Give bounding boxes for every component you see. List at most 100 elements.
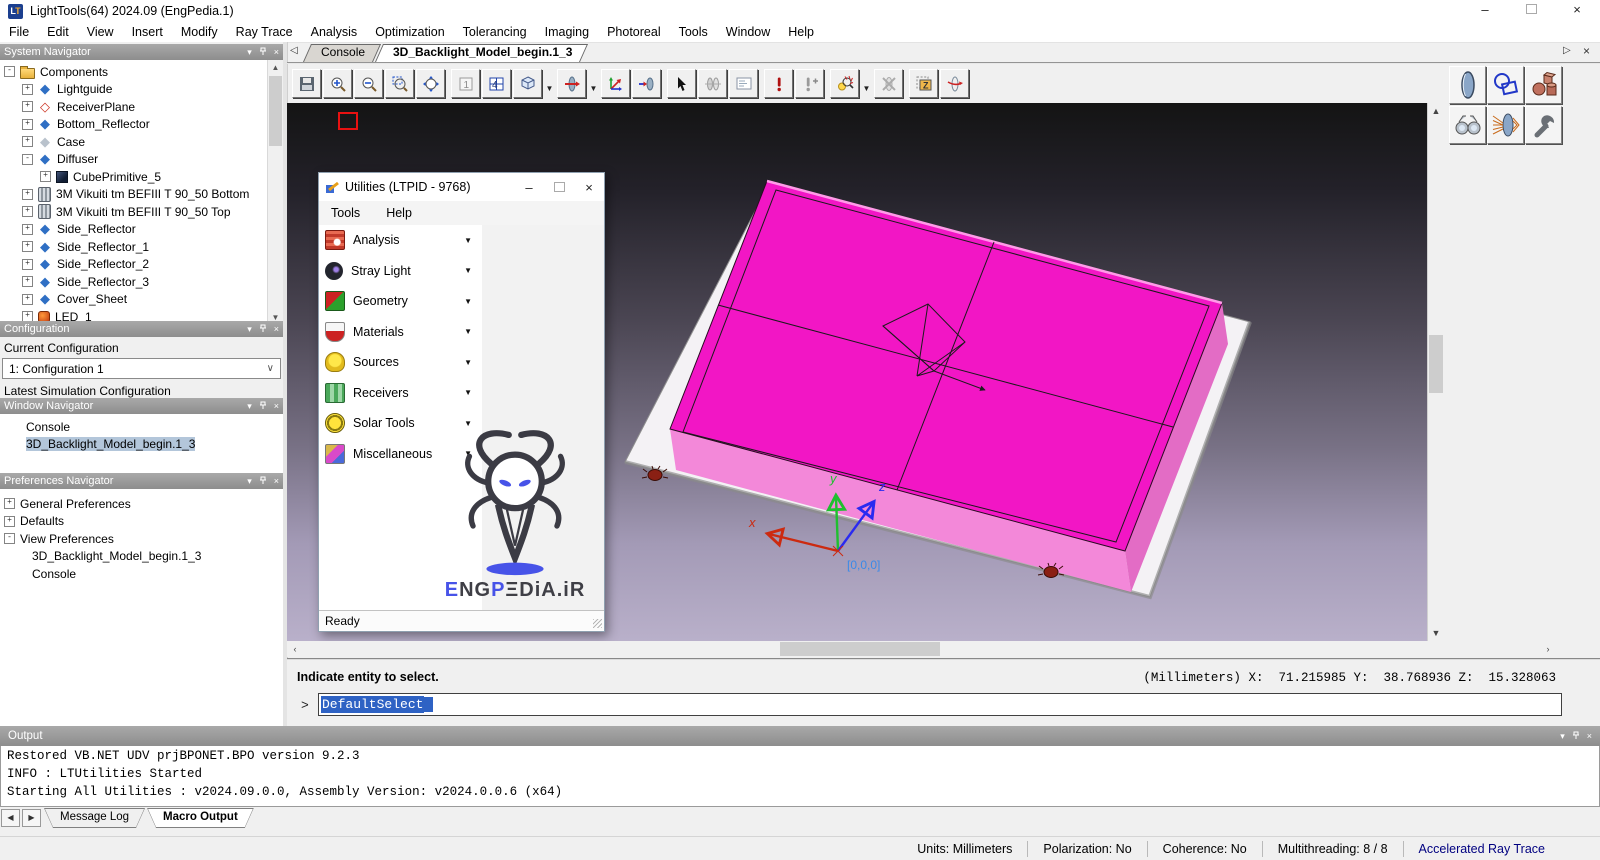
aim-ray-button[interactable] bbox=[632, 69, 661, 98]
pin-icon[interactable] bbox=[259, 401, 267, 412]
menu-item-ray-trace[interactable]: Ray Trace bbox=[227, 22, 302, 42]
select-cursor-button[interactable] bbox=[667, 69, 696, 98]
output-log[interactable]: Restored VB.NET UDV prjBPONET.BPO versio… bbox=[0, 746, 1600, 807]
tree-item[interactable]: + ◆ Bottom_Reflector bbox=[4, 116, 283, 134]
quad-view-button[interactable]: 4 bbox=[482, 69, 511, 98]
primitives-tool-button[interactable] bbox=[1525, 66, 1562, 104]
menu-item-photoreal[interactable]: Photoreal bbox=[598, 22, 670, 42]
close-icon[interactable]: × bbox=[274, 476, 279, 486]
menu-item-insert[interactable]: Insert bbox=[123, 22, 172, 42]
tab-message-log[interactable]: Message Log bbox=[44, 808, 145, 828]
category-receivers[interactable]: Receivers ▼ bbox=[319, 378, 482, 409]
add-error-button[interactable] bbox=[795, 69, 824, 98]
tab-close-icon[interactable]: × bbox=[1583, 44, 1590, 58]
iso-view-button[interactable] bbox=[513, 69, 542, 98]
menu-item-help[interactable]: Help bbox=[779, 22, 823, 42]
pin-icon[interactable] bbox=[259, 324, 267, 335]
tree-item[interactable]: + ◆ Case bbox=[4, 133, 283, 151]
viewport-vertical-scrollbar[interactable]: ▲ ▼ bbox=[1427, 103, 1444, 641]
expand-toggle[interactable]: + bbox=[22, 223, 33, 235]
tree-item[interactable]: + Defaults bbox=[4, 513, 283, 531]
element-pair-button[interactable] bbox=[698, 69, 727, 98]
dropdown-icon[interactable]: ▼ bbox=[464, 358, 472, 367]
scrollbar-thumb[interactable] bbox=[1429, 335, 1443, 393]
expand-toggle[interactable]: - bbox=[22, 153, 33, 165]
tree-item[interactable]: 3D_Backlight_Model_begin.1_3 bbox=[4, 548, 283, 566]
scroll-left-icon[interactable]: ‹ bbox=[287, 641, 303, 657]
category-stray-light[interactable]: Stray Light ▼ bbox=[319, 256, 482, 287]
collapse-icon[interactable]: ▾ bbox=[1560, 731, 1565, 741]
expand-toggle[interactable]: + bbox=[40, 171, 51, 183]
tree-item[interactable]: + ◆ Side_Reflector_3 bbox=[4, 273, 283, 291]
zoom-fit-button[interactable] bbox=[416, 69, 445, 98]
pin-icon[interactable] bbox=[259, 476, 267, 487]
3d-viewport[interactable]: y z x [0,0,0] Utilities (LTPID - 9768) –… bbox=[287, 103, 1427, 641]
expand-toggle[interactable]: - bbox=[4, 533, 15, 545]
tree-item[interactable]: + ◆ Side_Reflector_2 bbox=[4, 256, 283, 274]
tab-scroll-left-icon[interactable]: ◀ bbox=[1, 809, 20, 827]
tab-scroll-right-icon[interactable]: ▶ bbox=[22, 809, 41, 827]
no-rays-button[interactable] bbox=[874, 69, 903, 98]
command-input[interactable]: DefaultSelect bbox=[318, 693, 1562, 716]
expand-toggle[interactable]: + bbox=[22, 293, 33, 305]
tree-scrollbar[interactable]: ▲ ▼ bbox=[267, 60, 283, 325]
axes-button[interactable] bbox=[601, 69, 630, 98]
expand-toggle[interactable]: - bbox=[4, 66, 15, 78]
pin-icon[interactable] bbox=[1572, 731, 1580, 742]
menu-item-tools[interactable]: Tools bbox=[670, 22, 717, 42]
viewport-horizontal-scrollbar[interactable]: ‹ › bbox=[287, 641, 1556, 657]
save-button[interactable] bbox=[292, 69, 321, 98]
close-icon[interactable]: × bbox=[274, 324, 279, 334]
menu-item-view[interactable]: View bbox=[78, 22, 123, 42]
expand-toggle[interactable]: + bbox=[22, 118, 33, 130]
scroll-up-icon[interactable]: ▲ bbox=[268, 60, 283, 75]
expand-toggle[interactable]: + bbox=[22, 241, 33, 253]
utilities-tool-button[interactable] bbox=[1525, 106, 1562, 144]
menu-item-file[interactable]: File bbox=[0, 22, 38, 42]
zoom-window-button[interactable] bbox=[385, 69, 414, 98]
tree-item[interactable]: + ◆ Side_Reflector_1 bbox=[4, 238, 283, 256]
tab-console[interactable]: Console bbox=[302, 44, 382, 62]
zoom-in-button[interactable] bbox=[323, 69, 352, 98]
configuration-select[interactable]: 1: Configuration 1 ∨ bbox=[2, 358, 281, 379]
cutaway-dropdown[interactable]: ▼ bbox=[588, 70, 599, 97]
bend-ray-button[interactable] bbox=[940, 69, 969, 98]
dropdown-icon[interactable]: ▼ bbox=[464, 266, 472, 275]
cutaway-view-button[interactable] bbox=[557, 69, 586, 98]
menu-item-help[interactable]: Help bbox=[386, 206, 412, 220]
optimize-tool-button[interactable] bbox=[1487, 106, 1524, 144]
collapse-icon[interactable]: ▾ bbox=[247, 401, 252, 411]
expand-toggle[interactable]: + bbox=[22, 188, 33, 200]
tab-macro-output[interactable]: Macro Output bbox=[147, 808, 254, 828]
expand-toggle[interactable]: + bbox=[4, 498, 15, 510]
tab-scroll-right-icon[interactable]: ▷ bbox=[1563, 45, 1571, 56]
tab-scroll-left-icon[interactable]: ◁ bbox=[290, 45, 298, 56]
collapse-icon[interactable]: ▾ bbox=[247, 47, 252, 57]
scrollbar-thumb[interactable] bbox=[269, 76, 282, 146]
expand-toggle[interactable]: + bbox=[22, 83, 33, 95]
expand-toggle[interactable]: + bbox=[22, 206, 33, 218]
minimize-button[interactable]: – bbox=[1462, 0, 1508, 22]
single-view-button[interactable]: 1 bbox=[451, 69, 480, 98]
close-icon[interactable]: × bbox=[274, 47, 279, 57]
expand-toggle[interactable]: + bbox=[22, 258, 33, 270]
category-sources[interactable]: Sources ▼ bbox=[319, 347, 482, 378]
lens-tool-button[interactable] bbox=[1449, 66, 1486, 104]
scroll-down-icon[interactable]: ▼ bbox=[1428, 625, 1444, 641]
tab-model[interactable]: 3D_Backlight_Model_begin.1_3 bbox=[374, 44, 589, 62]
window-item-model[interactable]: 3D_Backlight_Model_begin.1_3 bbox=[0, 436, 283, 454]
dropdown-icon[interactable]: ▼ bbox=[464, 388, 472, 397]
expand-toggle[interactable]: + bbox=[22, 136, 33, 148]
dialog-maximize-button[interactable] bbox=[544, 174, 574, 200]
dropdown-icon[interactable]: ▼ bbox=[464, 327, 472, 336]
tree-item[interactable]: + ◆ Side_Reflector bbox=[4, 221, 283, 239]
category-analysis[interactable]: Analysis ▼ bbox=[319, 225, 482, 256]
menu-item-analysis[interactable]: Analysis bbox=[302, 22, 367, 42]
menu-item-edit[interactable]: Edit bbox=[38, 22, 78, 42]
menu-item-window[interactable]: Window bbox=[717, 22, 779, 42]
utilities-dialog-titlebar[interactable]: Utilities (LTPID - 9768) – × bbox=[319, 173, 604, 201]
tree-item[interactable]: - Components bbox=[4, 63, 283, 81]
tree-item[interactable]: +3M Vikuiti tm BEFIII T 90_50 Bottom bbox=[4, 186, 283, 204]
iso-view-dropdown[interactable]: ▼ bbox=[544, 70, 555, 97]
dropdown-icon[interactable]: ▼ bbox=[464, 236, 472, 245]
